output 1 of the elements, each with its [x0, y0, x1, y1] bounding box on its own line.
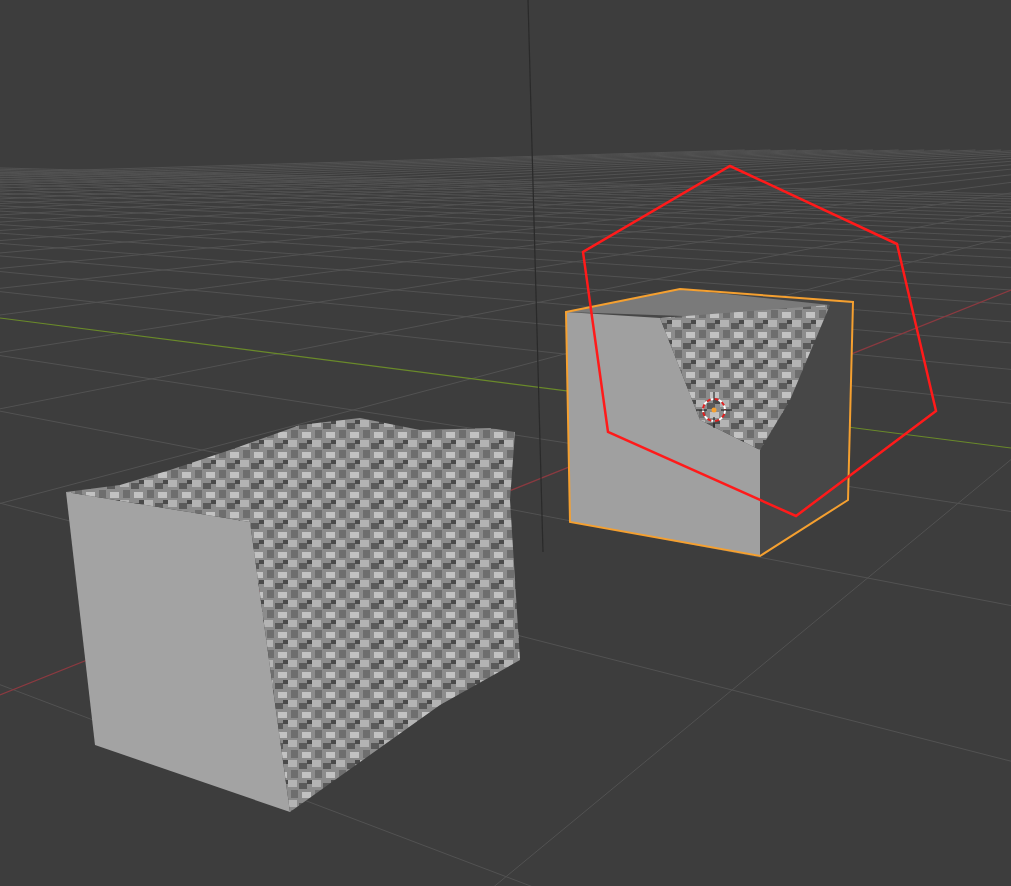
crosshair-icon: [695, 391, 733, 429]
